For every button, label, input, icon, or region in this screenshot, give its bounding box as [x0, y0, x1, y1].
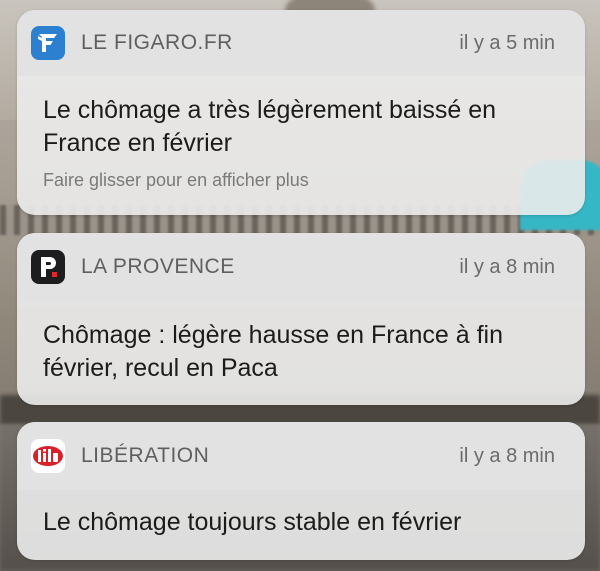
notification-header: LE FIGARO.FR il y a 5 min: [17, 10, 585, 76]
notification-figaro[interactable]: LE FIGARO.FR il y a 5 min Le chômage a t…: [17, 10, 585, 215]
timestamp: il y a 8 min: [459, 255, 555, 278]
notification-message: Chômage : légère hausse en France à fin …: [43, 321, 503, 382]
notification-liberation[interactable]: LIBÉRATION il y a 8 min Le chômage toujo…: [17, 422, 585, 560]
timestamp: il y a 5 min: [459, 31, 555, 54]
notification-header: LA PROVENCE il y a 8 min: [17, 233, 585, 301]
expand-hint: Faire glisser pour en afficher plus: [43, 170, 309, 190]
provence-p-icon: [31, 250, 65, 284]
notification-header: LIBÉRATION il y a 8 min: [17, 422, 585, 490]
figaro-f-icon: [31, 26, 65, 60]
notification-provence[interactable]: LA PROVENCE il y a 8 min Chômage : légèr…: [17, 233, 585, 405]
liberation-libe-icon: [31, 439, 65, 473]
notification-message: Le chômage a très légèrement baissé en F…: [43, 96, 497, 157]
app-name: LA PROVENCE: [81, 255, 235, 278]
app-name: LIBÉRATION: [81, 444, 210, 467]
notification-message: Le chômage toujours stable en février: [43, 508, 462, 536]
app-name: LE FIGARO.FR: [81, 31, 233, 54]
timestamp: il y a 8 min: [459, 444, 555, 467]
